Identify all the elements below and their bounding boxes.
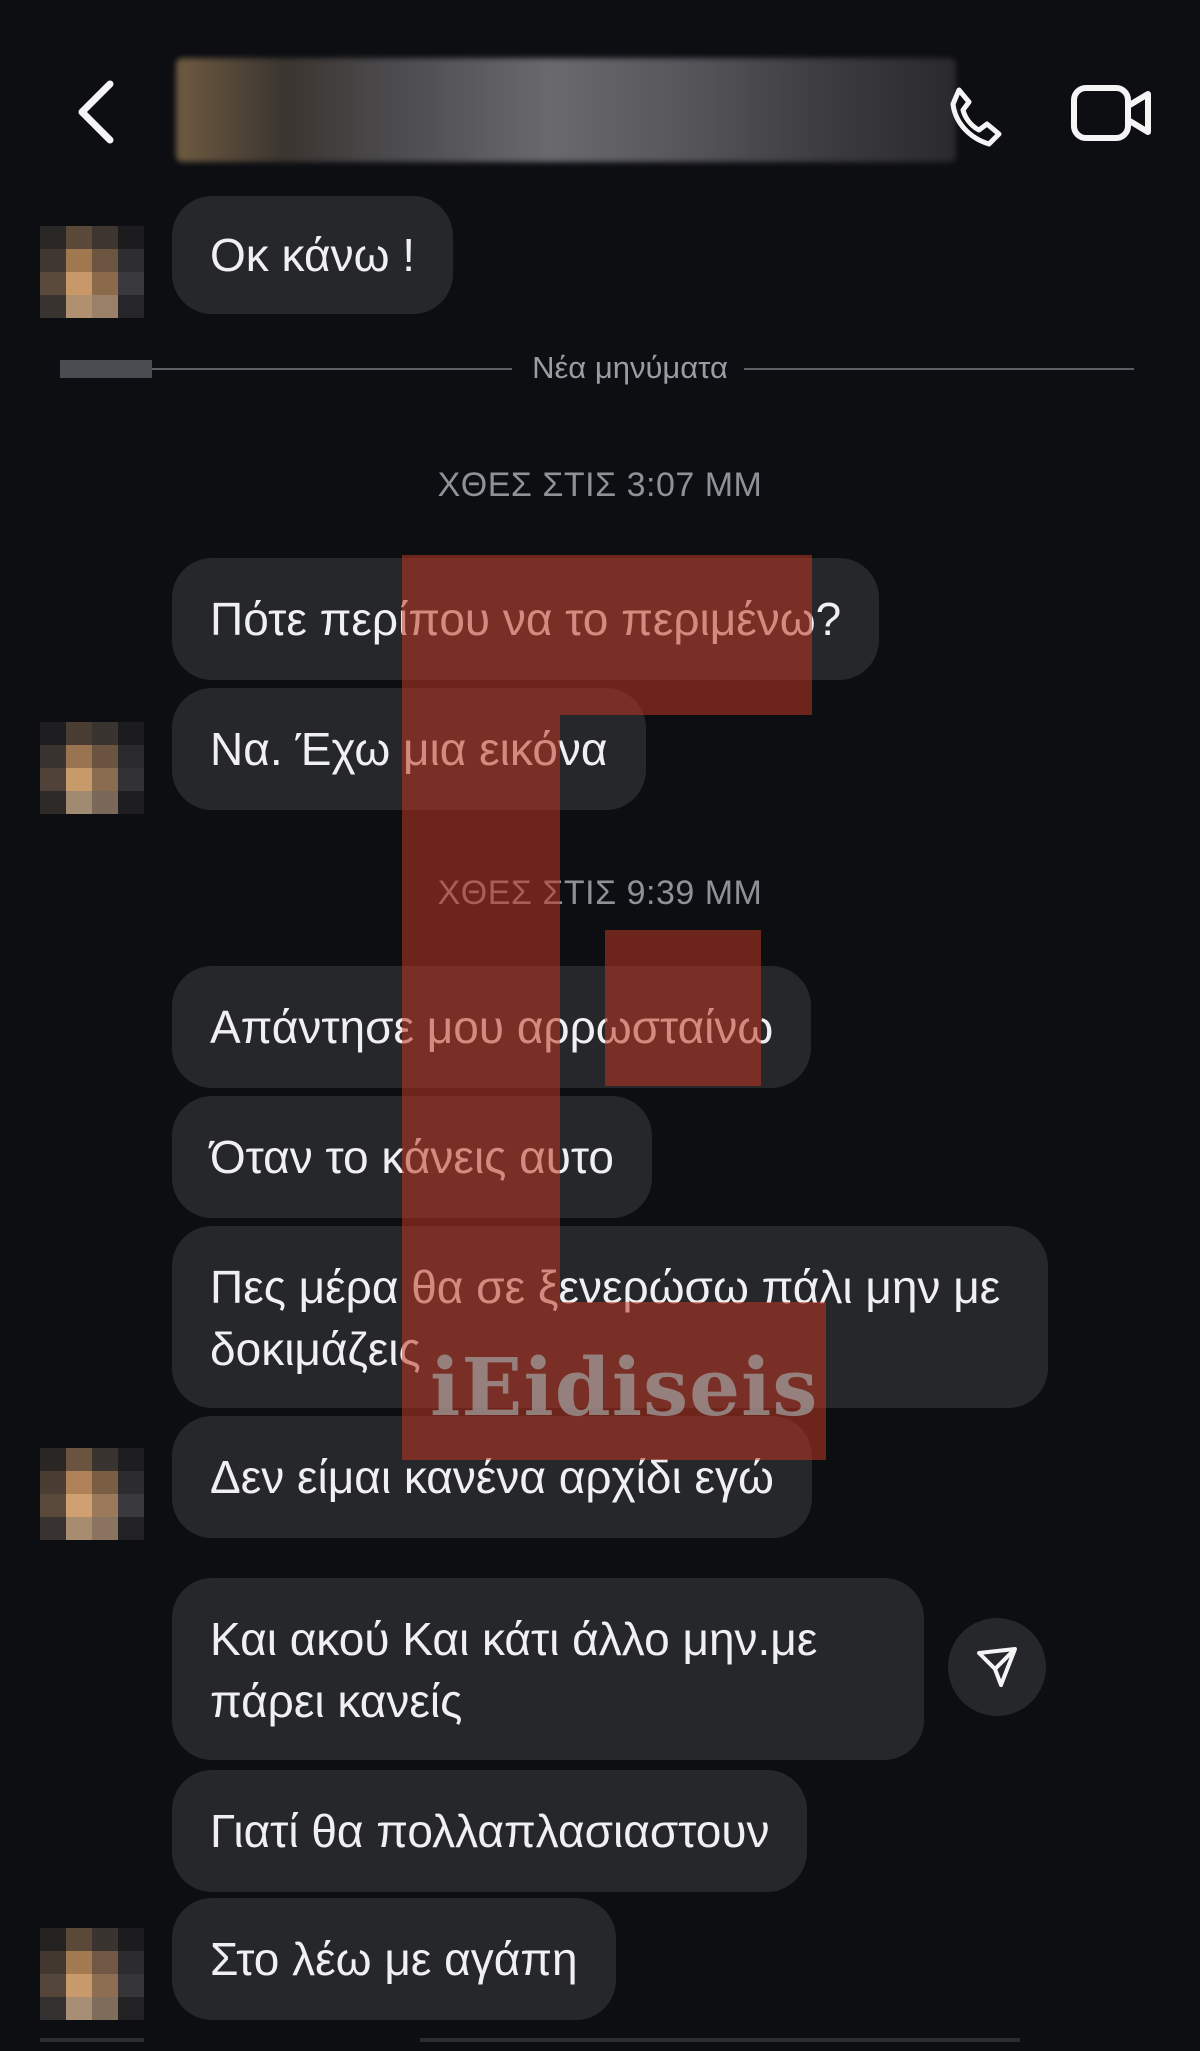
message-bubble[interactable]: Πότε περίπου να το περιμένω?: [172, 558, 880, 680]
divider-stub: [60, 360, 152, 378]
message-bubble[interactable]: Δεν είμαι κανένα αρχίδι εγώ: [172, 1416, 812, 1538]
divider-line-right: [744, 368, 1134, 370]
message-bubble[interactable]: Απάντησε μου αρρωσταίνω: [172, 966, 812, 1088]
message-bubble[interactable]: Και ακού Και κάτι άλλο μην.με πάρει κανε…: [172, 1578, 924, 1760]
message-text: Στο λέω με αγάπη: [210, 1933, 578, 1985]
message-text: Όταν το κάνεις αυτο: [210, 1131, 614, 1183]
contact-avatar[interactable]: [40, 1928, 144, 2020]
share-button[interactable]: [948, 1618, 1046, 1716]
divider-line-left: [152, 368, 512, 370]
back-button[interactable]: [70, 76, 130, 148]
message-bubble[interactable]: Όταν το κάνεις αυτο: [172, 1096, 652, 1218]
message-bubble[interactable]: Οκ κάνω !: [172, 196, 454, 314]
timestamp: ΧΘΕΣ ΣΤΙΣ 9:39 ΜΜ: [437, 874, 763, 912]
video-camera-icon: [1071, 85, 1151, 141]
send-icon: [977, 1647, 1017, 1687]
contact-profile-blurred[interactable]: [176, 58, 956, 162]
new-messages-divider: Νέα μηνύματα: [60, 350, 1135, 385]
message-text: Να. Έχω μια εικόνα: [210, 723, 608, 775]
chevron-left-icon: [78, 80, 114, 144]
phone-icon: [950, 87, 1002, 147]
message-bubble[interactable]: Γιατί θα πολλαπλασιαστουν: [172, 1770, 808, 1892]
voice-call-button[interactable]: [945, 82, 1007, 152]
video-call-button[interactable]: [1070, 78, 1154, 148]
message-text: Απάντησε μου αρρωσταίνω: [210, 1001, 774, 1053]
contact-avatar[interactable]: [40, 1448, 144, 1540]
message-text: Γιατί θα πολλαπλασιαστουν: [210, 1805, 770, 1857]
message-bubble[interactable]: Πες μέρα θα σε ξενερώσω πάλι μην με δοκι…: [172, 1226, 1048, 1408]
new-messages-label: Νέα μηνύματα: [532, 350, 728, 385]
contact-avatar[interactable]: [40, 226, 144, 318]
chat-header: [0, 0, 1200, 198]
message-text: Οκ κάνω !: [210, 229, 416, 281]
timestamp: ΧΘΕΣ ΣΤΙΣ 3:07 ΜΜ: [437, 466, 763, 504]
message-text: Πες μέρα θα σε ξενερώσω πάλι μην με δοκι…: [210, 1261, 1001, 1375]
next-message-partial: [0, 2036, 1200, 2051]
message-text: Πότε περίπου να το περιμένω?: [210, 593, 842, 645]
contact-avatar[interactable]: [40, 722, 144, 814]
message-bubble[interactable]: Να. Έχω μια εικόνα: [172, 688, 646, 810]
message-bubble[interactable]: Στο λέω με αγάπη: [172, 1898, 616, 2020]
message-text: Και ακού Και κάτι άλλο μην.με πάρει κανε…: [210, 1613, 818, 1727]
message-text: Δεν είμαι κανένα αρχίδι εγώ: [210, 1451, 774, 1503]
